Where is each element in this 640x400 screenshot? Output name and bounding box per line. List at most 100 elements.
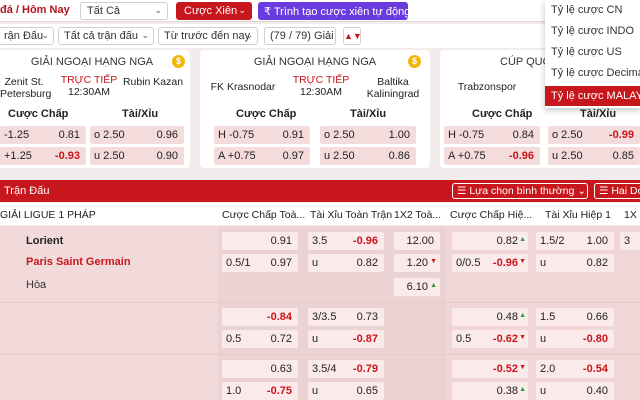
time-range-select[interactable]: Từ trước đến nay ⌄ <box>158 27 258 45</box>
odds-value: 0.97 <box>270 257 292 269</box>
odds-cell[interactable]: u 0.82 <box>308 254 384 272</box>
odds-cell[interactable]: o 2.50 0.96 <box>90 126 184 144</box>
odds-format-decimal[interactable]: Tỷ lệ cược Decimal <box>545 63 640 83</box>
sort-icon[interactable]: ▲▼ <box>343 27 362 45</box>
chevron-down-icon: ⌄ <box>238 5 246 15</box>
col-handicap-full: Cược Chấp Toà... <box>222 209 306 221</box>
odds-cell[interactable]: u 2.50 0.86 <box>320 147 416 165</box>
odds-cell[interactable]: +1.25 -0.93 <box>0 147 86 165</box>
odds-cell[interactable]: 12.00 <box>394 232 440 250</box>
row-divider <box>0 354 640 355</box>
match-time: 12:30AM <box>299 86 343 98</box>
odds-format-indo[interactable]: Tỷ lệ cược INDO <box>545 21 640 41</box>
odds-cell[interactable]: 0.82 ▲ <box>452 232 528 250</box>
live-match-card[interactable]: GIẢI NGOẠI HẠNG NGA $ Zenit St. Petersbu… <box>0 50 190 168</box>
odds-cell[interactable]: 1.5/2 1.00 <box>536 232 614 250</box>
two-rows-label: Hai Dò <box>611 185 640 197</box>
odds-cell[interactable]: 1.5 0.66 <box>536 308 614 326</box>
odds-value: 3 <box>624 235 631 247</box>
odds-cell[interactable]: 0.38 ▲ <box>452 382 528 400</box>
odds-value: -0.80 <box>582 333 608 345</box>
home-team: Trabzonspor <box>457 81 517 93</box>
odds-label: H -0.75 <box>448 129 485 141</box>
odds-value: 6.10 <box>406 281 428 293</box>
selection-mode-value: Lựa chọn bình thường <box>469 185 575 197</box>
odds-cell[interactable]: H -0.75 0.84 <box>444 126 540 144</box>
parlay-button[interactable]: Cược Xiên ⌄ <box>176 2 252 20</box>
two-rows-toggle[interactable]: ☰ Hai Dò <box>594 183 640 199</box>
away-team: Baltika Kaliningrad <box>366 76 420 100</box>
odds-value: 0.66 <box>586 311 608 323</box>
selection-mode-select[interactable]: ☰ Lựa chọn bình thường ⌄ <box>452 183 588 199</box>
live-label: TRỰC TIẾP <box>292 74 350 86</box>
odds-value: -0.93 <box>54 150 80 162</box>
live-match-card[interactable]: GIẢI NGOẠI HẠNG NGA $ FK Krasnodar TRỰC … <box>200 50 430 168</box>
odds-value: 0.63 <box>270 363 292 375</box>
odds-value: -0.62 <box>492 333 518 345</box>
odds-cell[interactable]: u 0.82 <box>536 254 614 272</box>
card-league: GIẢI NGOẠI HẠNG NGA <box>253 56 377 68</box>
odds-cell[interactable]: 2.0 -0.54 <box>536 360 614 378</box>
odds-cell[interactable]: u 0.65 <box>308 382 384 400</box>
auto-parlay-label: Trình tạo cược xiên tự động <box>273 6 411 18</box>
odds-label: 3/3.5 <box>312 311 337 323</box>
odds-cell[interactable]: u 0.40 <box>536 382 614 400</box>
odds-cell[interactable]: o 2.50 -0.99 <box>548 126 640 144</box>
odds-cell[interactable]: u 2.50 0.90 <box>90 147 184 165</box>
all-matches-select[interactable]: Tất cả trận đấu ⌄ <box>58 27 154 45</box>
odds-cell[interactable]: 3 <box>620 232 640 250</box>
odds-cell[interactable]: o 2.50 1.00 <box>320 126 416 144</box>
auto-parlay-builder-button[interactable]: ₹ Trình tạo cược xiên tự động <box>258 2 411 20</box>
odds-cell[interactable]: -0.84 <box>222 308 298 326</box>
odds-cell[interactable]: 0.5/1 0.97 <box>222 254 298 272</box>
odds-cell[interactable]: 0.63 <box>222 360 298 378</box>
odds-label: 1.0 <box>226 385 242 397</box>
live-status: TRỰC TIẾP 12:30AM <box>54 74 124 98</box>
odds-label: 1.5/2 <box>540 235 565 247</box>
league-count-button[interactable]: (79 / 79) Giải <box>264 27 336 45</box>
odds-label: 0/0.5 <box>456 257 481 269</box>
odds-cell[interactable]: u -0.80 <box>536 330 614 348</box>
odds-cell[interactable]: 1.0 -0.75 <box>222 382 298 400</box>
chevron-down-icon: ⌄ <box>245 30 253 40</box>
col-ou-half: Tài Xỉu Hiệp 1 <box>545 209 611 221</box>
odds-format-us[interactable]: Tỷ lệ cược US <box>545 42 640 62</box>
odds-value: 0.40 <box>586 385 608 397</box>
odds-cell[interactable]: -0.52 ▼ <box>452 360 528 378</box>
match-type-select[interactable]: rận Đấu ⌄ <box>0 27 54 45</box>
odds-cell[interactable]: u 2.50 0.85 <box>548 147 640 165</box>
odds-format-malay[interactable]: Tỷ lệ cược MALAY <box>545 86 640 106</box>
odds-value: 0.91 <box>270 235 292 247</box>
odds-cell[interactable]: 1.20 ▼ <box>394 254 440 272</box>
odds-cell[interactable]: H -0.75 0.91 <box>214 126 310 144</box>
odds-label: H -0.75 <box>218 129 255 141</box>
odds-label: u <box>540 385 547 397</box>
odds-format-cn[interactable]: Tỷ lệ cược CN <box>545 0 640 20</box>
odds-cell[interactable]: 6.10 ▲ <box>394 278 440 296</box>
match-type-value: rận Đấu <box>4 30 44 42</box>
matches-header: Trận Đấu ☰ Lựa chọn bình thường ⌄ ☰ Hai … <box>0 180 640 202</box>
odds-cell[interactable]: 0.91 <box>222 232 298 250</box>
coin-icon: $ <box>408 55 421 68</box>
odds-label: o 2.50 <box>94 129 125 141</box>
odds-value: 0.38 <box>496 385 518 397</box>
odds-value: -0.96 <box>492 257 518 269</box>
odds-cell[interactable]: 0.48 ▲ <box>452 308 528 326</box>
odds-cell[interactable]: 0/0.5 -0.96 ▼ <box>452 254 528 272</box>
odds-cell[interactable]: A +0.75 -0.96 <box>444 147 540 165</box>
odds-cell[interactable]: 3.5 -0.96 <box>308 232 384 250</box>
sport-filter-select[interactable]: Tất Cả ⌄ <box>80 2 168 20</box>
odds-value: 0.48 <box>496 311 518 323</box>
away-team: Rubin Kazan <box>122 76 184 88</box>
odds-cell[interactable]: u -0.87 <box>308 330 384 348</box>
odds-cell[interactable]: A +0.75 0.97 <box>214 147 310 165</box>
match-time: 12:30AM <box>67 86 111 98</box>
odds-label: 2.0 <box>540 363 556 375</box>
odds-cell[interactable]: 3/3.5 0.73 <box>308 308 384 326</box>
odds-cell[interactable]: 3.5/4 -0.79 <box>308 360 384 378</box>
odds-cell[interactable]: 0.5 0.72 <box>222 330 298 348</box>
odds-cell[interactable]: 0.5 -0.62 ▼ <box>452 330 528 348</box>
odds-label: u 2.50 <box>324 150 355 162</box>
odds-cell[interactable]: -1.25 0.81 <box>0 126 86 144</box>
odds-label: 3.5/4 <box>312 363 337 375</box>
